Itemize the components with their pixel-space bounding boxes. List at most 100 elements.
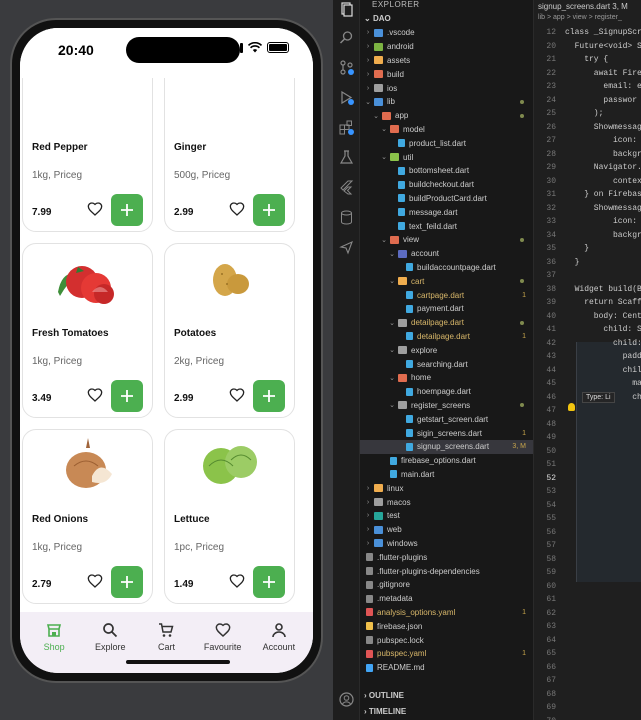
database-icon[interactable] xyxy=(339,210,354,225)
line-number: 50 xyxy=(546,446,556,456)
tree-folder[interactable]: › assets xyxy=(360,54,533,68)
tree-folder[interactable]: ⌄ cart xyxy=(360,274,533,288)
tree-label: buildcheckout.dart xyxy=(409,180,474,190)
lightbulb-icon[interactable] xyxy=(568,403,575,411)
add-to-cart-button[interactable] xyxy=(253,566,285,598)
tree-folder[interactable]: › android xyxy=(360,40,533,54)
tree-folder[interactable]: › test xyxy=(360,509,533,523)
tree-folder[interactable]: ⌄ app xyxy=(360,109,533,123)
add-to-cart-button[interactable] xyxy=(111,194,143,226)
outline-section[interactable]: › OUTLINE xyxy=(364,691,404,700)
tree-file[interactable]: analysis_options.yaml 1 xyxy=(360,606,533,620)
heart-icon[interactable] xyxy=(87,201,103,217)
nav-label: Shop xyxy=(43,642,65,652)
product-card[interactable]: Fresh Tomatoes 1kg, Priceg 3.49 xyxy=(22,243,153,418)
send-icon[interactable] xyxy=(339,240,354,255)
flutter-icon[interactable] xyxy=(339,180,354,195)
home-indicator[interactable] xyxy=(126,660,230,664)
heart-icon[interactable] xyxy=(229,573,245,589)
heart-icon[interactable] xyxy=(229,201,245,217)
tree-file[interactable]: searching.dart xyxy=(360,357,533,371)
breadcrumb[interactable]: lib > app > view > register_ xyxy=(534,14,641,21)
search-icon[interactable] xyxy=(339,30,354,45)
workspace-root[interactable]: ⌄ DAO xyxy=(364,14,391,23)
tree-file[interactable]: cartpage.dart 1 xyxy=(360,288,533,302)
tree-label: detailpage.dart xyxy=(417,331,470,341)
tree-folder[interactable]: ⌄ lib xyxy=(360,95,533,109)
tree-file[interactable]: payment.dart xyxy=(360,302,533,316)
tree-file[interactable]: detailpage.dart 1 xyxy=(360,330,533,344)
file-icon xyxy=(366,567,373,576)
tree-folder[interactable]: ⌄ explore xyxy=(360,343,533,357)
product-name: Fresh Tomatoes xyxy=(32,328,109,339)
tree-folder[interactable]: ⌄ account xyxy=(360,247,533,261)
tree-folder[interactable]: ⌄ view xyxy=(360,233,533,247)
tree-file[interactable]: getstart_screen.dart xyxy=(360,412,533,426)
chevron-right-icon: › xyxy=(366,43,370,51)
testing-icon[interactable] xyxy=(339,150,354,165)
code-line: return Scaff xyxy=(565,298,641,307)
tree-file[interactable]: .flutter-plugins-dependencies xyxy=(360,564,533,578)
tree-folder[interactable]: ⌄ register_screens xyxy=(360,399,533,413)
tree-folder[interactable]: › web xyxy=(360,523,533,537)
tree-folder[interactable]: › ios xyxy=(360,81,533,95)
tree-file[interactable]: firebase.json xyxy=(360,619,533,633)
heart-icon[interactable] xyxy=(229,387,245,403)
product-card[interactable]: Potatoes 2kg, Priceg 2.99 xyxy=(164,243,295,418)
product-quantity: 1pc, Priceg xyxy=(174,542,225,553)
tree-folder[interactable]: › windows xyxy=(360,537,533,551)
add-to-cart-button[interactable] xyxy=(111,566,143,598)
tree-file[interactable]: .flutter-plugins xyxy=(360,550,533,564)
tree-file[interactable]: buildcheckout.dart xyxy=(360,178,533,192)
tree-label: linux xyxy=(387,483,404,493)
code-line: Navigator. xyxy=(565,163,641,172)
tree-folder[interactable]: › build xyxy=(360,67,533,81)
iphone-frame: 20:40 Red Pepper 1kg, Priceg 7.99 Ginger 500… xyxy=(10,18,323,683)
tree-file[interactable]: sigin_screens.dart 1 xyxy=(360,426,533,440)
product-card[interactable]: Red Onions 1kg, Priceg 2.79 xyxy=(22,429,153,604)
chevron-down-icon: ⌄ xyxy=(364,14,373,23)
tree-file[interactable]: text_feild.dart xyxy=(360,219,533,233)
tree-file[interactable]: buildaccountpage.dart xyxy=(360,261,533,275)
tree-file[interactable]: buildProductCard.dart xyxy=(360,192,533,206)
source-control-icon[interactable] xyxy=(339,60,354,75)
product-quantity: 500g, Priceg xyxy=(174,170,231,181)
code-editor[interactable]: signup_screens.dart 3, M lib > app > vie… xyxy=(534,0,641,720)
product-card[interactable]: Lettuce 1pc, Priceg 1.49 xyxy=(164,429,295,604)
run-debug-icon[interactable] xyxy=(339,90,354,105)
product-card[interactable]: Red Pepper 1kg, Priceg 7.99 xyxy=(22,57,153,232)
account-icon[interactable] xyxy=(339,692,354,707)
heart-icon[interactable] xyxy=(87,387,103,403)
tree-folder[interactable]: ⌄ home xyxy=(360,371,533,385)
tree-folder[interactable]: ⌄ util xyxy=(360,150,533,164)
tree-file[interactable]: .gitignore xyxy=(360,578,533,592)
tree-folder[interactable]: › macos xyxy=(360,495,533,509)
tree-folder[interactable]: › linux xyxy=(360,481,533,495)
tree-file[interactable]: firebase_options.dart xyxy=(360,454,533,468)
tree-file[interactable]: message.dart xyxy=(360,205,533,219)
add-to-cart-button[interactable] xyxy=(253,194,285,226)
tree-file[interactable]: bottomsheet.dart xyxy=(360,164,533,178)
editor-tab[interactable]: signup_screens.dart 3, M xyxy=(534,0,641,13)
tree-file[interactable]: pubspec.lock xyxy=(360,633,533,647)
extensions-icon[interactable] xyxy=(339,120,354,135)
add-to-cart-button[interactable] xyxy=(111,380,143,412)
tree-folder[interactable]: ⌄ detailpage.dart xyxy=(360,316,533,330)
tree-file[interactable]: main.dart xyxy=(360,468,533,482)
tree-folder[interactable]: › .vscode xyxy=(360,26,533,40)
heart-icon[interactable] xyxy=(87,573,103,589)
tree-file[interactable]: .metadata xyxy=(360,592,533,606)
tree-file[interactable]: hoempage.dart xyxy=(360,385,533,399)
tree-file[interactable]: README.md xyxy=(360,661,533,675)
nav-item-account[interactable]: Account xyxy=(251,612,307,673)
timeline-section[interactable]: › TIMELINE xyxy=(364,707,406,716)
nav-item-shop[interactable]: Shop xyxy=(26,612,82,673)
plus-icon xyxy=(263,576,275,588)
tree-file[interactable]: pubspec.yaml 1 xyxy=(360,647,533,661)
tree-file[interactable]: signup_screens.dart 3, M xyxy=(360,440,533,454)
add-to-cart-button[interactable] xyxy=(253,380,285,412)
product-card[interactable]: Ginger 500g, Priceg 2.99 xyxy=(164,57,295,232)
tree-file[interactable]: product_list.dart xyxy=(360,136,533,150)
tree-folder[interactable]: ⌄ model xyxy=(360,123,533,137)
files-icon[interactable] xyxy=(339,2,354,17)
